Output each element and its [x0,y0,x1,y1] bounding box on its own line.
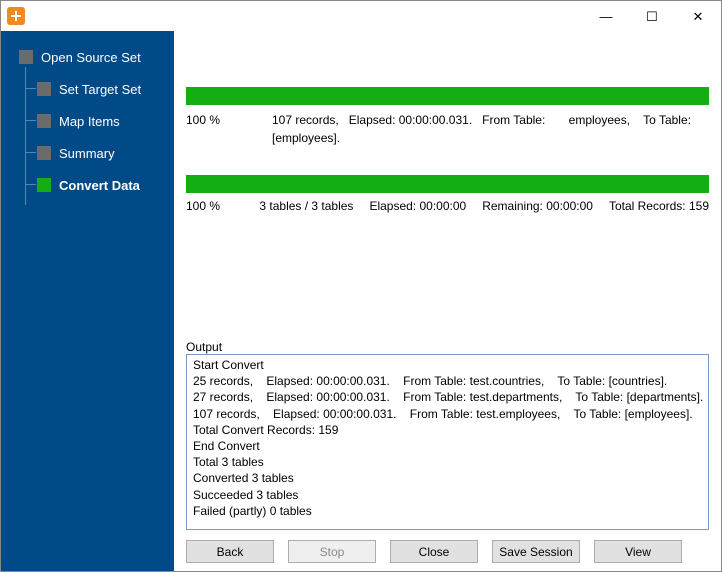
sidebar: Open Source Set Set Target Set Map Items… [1,31,174,571]
step-box-icon [19,50,33,64]
app-window: — ☐ ✕ Open Source Set Set Target Set [0,0,722,572]
table-elapsed: Elapsed: 00:00:00 [369,199,466,213]
record-progress-bar [186,87,709,105]
record-elapsed: Elapsed: 00:00:00.031. [349,113,472,127]
window-controls: — ☐ ✕ [583,1,721,31]
footer-buttons: Back Stop Close Save Session View [186,530,709,563]
stop-button[interactable]: Stop [288,540,376,563]
total-records: Total Records: 159 [609,199,709,213]
table-progress-bar [186,175,709,193]
table-progress-section: 100 % 3 tables / 3 tables Elapsed: 00:00… [186,175,709,213]
main-panel: 100 % 107 records, Elapsed: 00:00:00.031… [174,31,721,571]
table-progress-percent: 100 % [186,199,243,213]
sidebar-item-set-target-set[interactable]: Set Target Set [1,73,174,105]
record-progress-detail: 107 records, Elapsed: 00:00:00.031. From… [272,111,691,147]
output-text: Start Convert 25 records, Elapsed: 00:00… [193,358,703,518]
close-window-button[interactable]: ✕ [675,1,721,31]
to-table-value: [employees]. [272,131,340,145]
record-count: 107 records, [272,113,339,127]
step-box-icon [37,146,51,160]
from-table-value: employees, [569,113,630,127]
record-progress-percent: 100 % [186,111,266,147]
sidebar-item-map-items[interactable]: Map Items [1,105,174,137]
close-button[interactable]: Close [390,540,478,563]
sidebar-item-label: Set Target Set [59,82,141,97]
app-icon [7,7,25,25]
step-box-icon [37,114,51,128]
table-count: 3 tables / 3 tables [259,199,353,213]
sidebar-item-convert-data[interactable]: Convert Data [1,169,174,201]
titlebar: — ☐ ✕ [1,1,721,31]
step-box-icon [37,82,51,96]
step-box-icon [37,178,51,192]
table-remaining: Remaining: 00:00:00 [482,199,593,213]
output-textarea[interactable]: Start Convert 25 records, Elapsed: 00:00… [186,354,709,530]
from-table-label: From Table: [482,113,545,127]
view-button[interactable]: View [594,540,682,563]
sidebar-item-label: Map Items [59,114,120,129]
to-table-label: To Table: [643,113,691,127]
maximize-button[interactable]: ☐ [629,1,675,31]
back-button[interactable]: Back [186,540,274,563]
sidebar-item-label: Open Source Set [41,50,141,65]
sidebar-item-summary[interactable]: Summary [1,137,174,169]
sidebar-item-label: Convert Data [59,178,140,193]
minimize-button[interactable]: — [583,1,629,31]
save-session-button[interactable]: Save Session [492,540,580,563]
sidebar-item-open-source-set[interactable]: Open Source Set [1,41,174,73]
record-progress-section: 100 % 107 records, Elapsed: 00:00:00.031… [186,87,709,147]
output-label: Output [186,332,709,354]
sidebar-item-label: Summary [59,146,115,161]
